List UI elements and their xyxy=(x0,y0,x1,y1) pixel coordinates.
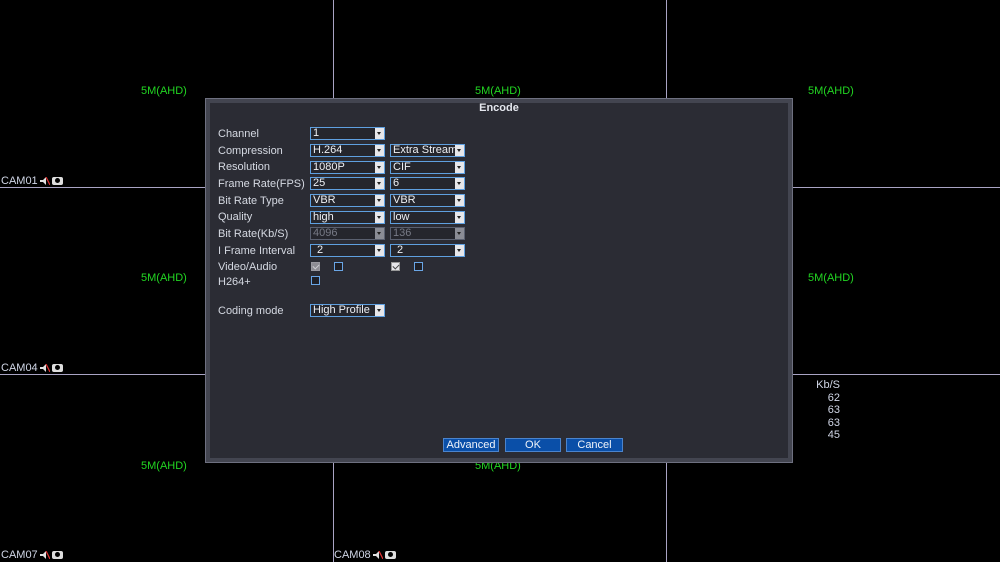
extra-bit-rate-value: 136 xyxy=(393,227,412,239)
extra-bit-rate-type-select[interactable]: VBR xyxy=(390,194,465,207)
chevron-down-icon xyxy=(455,162,464,173)
chevron-down-icon xyxy=(375,178,384,189)
i-frame-interval-label: I Frame Interval xyxy=(218,245,296,257)
coding-mode-value: High Profile xyxy=(313,304,370,316)
camera-record-icon xyxy=(51,551,63,559)
video-audio-label: Video/Audio xyxy=(218,261,278,273)
chevron-down-icon xyxy=(455,195,464,206)
stats-value: 62 xyxy=(827,391,840,404)
camera-name: CAM08 xyxy=(334,549,371,561)
camera-name: CAM07 xyxy=(1,549,38,561)
coding-mode-label: Coding mode xyxy=(218,305,284,317)
main-frame-rate-value: 25 xyxy=(313,177,326,189)
camera-resolution: 5M(AHD) xyxy=(141,272,187,284)
chevron-down-icon xyxy=(455,228,464,239)
camera-label-cam04: CAM04 xyxy=(1,362,63,374)
ok-button[interactable]: OK xyxy=(505,438,561,452)
encode-dialog-body xyxy=(210,103,788,458)
camera-label-cam08: CAM08 xyxy=(334,549,396,561)
channel-label: Channel xyxy=(218,128,259,140)
h264plus-label: H264+ xyxy=(218,276,251,288)
bitrate-stats: Kb/S 62 63 63 45 xyxy=(812,379,840,442)
chevron-down-icon xyxy=(375,162,384,173)
chevron-down-icon xyxy=(455,245,464,256)
extra-compression-select[interactable]: Extra Stream xyxy=(390,144,465,157)
compression-label: Compression xyxy=(218,145,283,157)
audio-muted-icon xyxy=(39,551,50,559)
stats-value: 63 xyxy=(827,404,840,416)
main-i-frame-interval-value: 2 xyxy=(317,244,324,256)
channel-value: 1 xyxy=(313,127,320,139)
audio-muted-icon xyxy=(39,177,50,185)
chevron-down-icon xyxy=(375,128,384,139)
chevron-down-icon xyxy=(375,245,384,256)
chevron-down-icon xyxy=(375,145,384,156)
main-compression-select[interactable]: H.264 xyxy=(310,144,385,157)
resolution-label: Resolution xyxy=(218,161,270,173)
stats-value: 63 xyxy=(827,416,840,429)
bit-rate-type-label: Bit Rate Type xyxy=(218,195,284,207)
main-audio-checkbox[interactable] xyxy=(334,262,343,271)
main-quality-value: high xyxy=(313,211,334,223)
audio-muted-icon xyxy=(372,551,383,559)
extra-frame-rate-value: 6 xyxy=(393,177,400,189)
chevron-down-icon xyxy=(375,212,384,223)
chevron-down-icon xyxy=(375,228,384,239)
extra-compression-value: Extra Stream xyxy=(393,144,458,156)
frame-rate-label: Frame Rate(FPS) xyxy=(218,178,305,190)
dialog-title: Encode xyxy=(479,102,519,114)
camera-resolution: 5M(AHD) xyxy=(141,460,187,472)
extra-quality-value: low xyxy=(393,211,410,223)
encode-dialog: Encode Channel Compression Resolution Fr… xyxy=(205,98,793,463)
camera-record-icon xyxy=(384,551,396,559)
camera-name: CAM01 xyxy=(1,175,38,187)
advanced-button[interactable]: Advanced xyxy=(443,438,499,452)
chevron-down-icon xyxy=(455,178,464,189)
main-resolution-value: 1080P xyxy=(313,161,345,173)
extra-frame-rate-select[interactable]: 6 xyxy=(390,177,465,190)
coding-mode-select[interactable]: High Profile xyxy=(310,304,385,317)
camera-resolution: 5M(AHD) xyxy=(808,85,854,97)
main-resolution-select[interactable]: 1080P xyxy=(310,161,385,174)
camera-label-cam07: CAM07 xyxy=(1,549,63,561)
extra-quality-select[interactable]: low xyxy=(390,211,465,224)
audio-muted-icon xyxy=(39,364,50,372)
extra-audio-checkbox[interactable] xyxy=(414,262,423,271)
extra-bit-rate-select: 136 xyxy=(390,227,465,240)
chevron-down-icon xyxy=(375,305,384,316)
camera-resolution: 5M(AHD) xyxy=(808,272,854,284)
extra-resolution-select[interactable]: CIF xyxy=(390,161,465,174)
main-bit-rate-value: 4096 xyxy=(313,227,338,239)
main-frame-rate-select[interactable]: 25 xyxy=(310,177,385,190)
extra-i-frame-interval-select[interactable]: 2 xyxy=(390,244,465,257)
camera-name: CAM04 xyxy=(1,362,38,374)
extra-bit-rate-type-value: VBR xyxy=(393,194,416,206)
chevron-down-icon xyxy=(455,212,464,223)
extra-resolution-value: CIF xyxy=(393,161,411,173)
camera-record-icon xyxy=(51,364,63,372)
stats-value: 45 xyxy=(827,429,840,441)
extra-video-checkbox[interactable] xyxy=(391,262,400,271)
camera-resolution: 5M(AHD) xyxy=(475,85,521,97)
channel-select[interactable]: 1 xyxy=(310,127,385,140)
chevron-down-icon xyxy=(455,145,464,156)
chevron-down-icon xyxy=(375,195,384,206)
bit-rate-label: Bit Rate(Kb/S) xyxy=(218,228,289,240)
stats-header: Kb/S xyxy=(816,379,840,391)
main-video-checkbox[interactable] xyxy=(311,262,320,271)
main-bit-rate-type-select[interactable]: VBR xyxy=(310,194,385,207)
main-quality-select[interactable]: high xyxy=(310,211,385,224)
quality-label: Quality xyxy=(218,211,253,223)
camera-record-icon xyxy=(51,177,63,185)
main-bit-rate-type-value: VBR xyxy=(313,194,336,206)
cancel-button[interactable]: Cancel xyxy=(566,438,623,452)
extra-i-frame-interval-value: 2 xyxy=(397,244,404,256)
main-bit-rate-select: 4096 xyxy=(310,227,385,240)
h264plus-checkbox[interactable] xyxy=(311,276,320,285)
camera-resolution: 5M(AHD) xyxy=(141,85,187,97)
main-i-frame-interval-select[interactable]: 2 xyxy=(310,244,385,257)
camera-label-cam01: CAM01 xyxy=(1,175,63,187)
main-compression-value: H.264 xyxy=(313,144,343,156)
